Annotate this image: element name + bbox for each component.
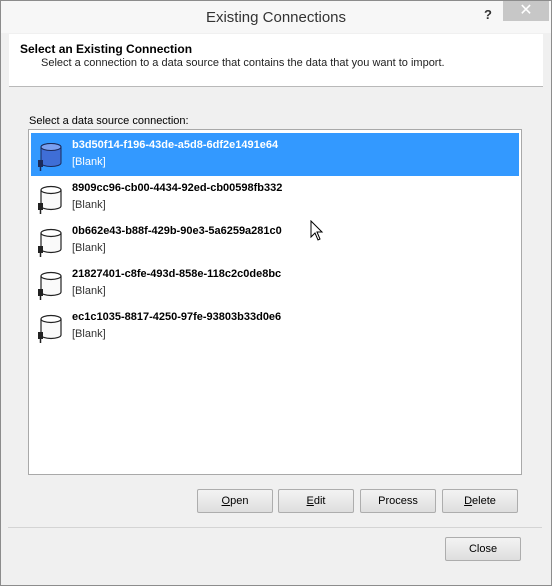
database-icon	[38, 143, 62, 171]
connection-description: [Blank]	[72, 199, 106, 211]
header-panel: Select an Existing Connection Select a c…	[9, 34, 543, 87]
connection-description: [Blank]	[72, 328, 106, 340]
edit-button-accel: E	[306, 495, 314, 507]
connection-name: 21827401-c8fe-493d-858e-118c2c0de8bc	[72, 268, 282, 280]
connection-name: 0b662e43-b88f-429b-90e3-5a6259a281c0	[72, 225, 282, 237]
delete-button-accel: D	[464, 495, 473, 507]
delete-button-label: elete	[472, 495, 496, 507]
list-item[interactable]: ec1c1035-8817-4250-97fe-93803b33d0e6 [Bl…	[31, 305, 519, 348]
database-icon	[38, 185, 62, 214]
mouse-pointer-icon	[310, 220, 324, 241]
close-button[interactable]: Close	[445, 537, 521, 561]
connection-list[interactable]: b3d50f14-f196-43de-a5d8-6df2e1491e64 [Bl…	[28, 129, 522, 475]
connection-description: [Blank]	[72, 242, 106, 254]
help-button[interactable]: ?	[481, 7, 495, 23]
open-button[interactable]: Open	[197, 489, 273, 513]
header-description: Select a connection to a data source tha…	[41, 57, 445, 69]
list-item[interactable]: 21827401-c8fe-493d-858e-118c2c0de8bc [Bl…	[31, 262, 519, 305]
connection-name: ec1c1035-8817-4250-97fe-93803b33d0e6	[72, 311, 282, 323]
window-title: Existing Connections	[205, 9, 347, 26]
connection-description: [Blank]	[72, 285, 106, 297]
connection-description: [Blank]	[72, 156, 106, 168]
open-button-label: pen	[230, 495, 249, 507]
open-button-accel: O	[221, 495, 231, 507]
list-label: Select a data source connection:	[29, 115, 189, 127]
database-icon	[38, 228, 62, 257]
list-item[interactable]: b3d50f14-f196-43de-a5d8-6df2e1491e64 [Bl…	[31, 133, 519, 176]
database-icon	[38, 271, 62, 300]
edit-button[interactable]: Edit	[278, 489, 354, 513]
list-item[interactable]: 8909cc96-cb00-4434-92ed-cb00598fb332 [Bl…	[31, 176, 519, 219]
title-bar: Existing Connections ? ✕	[1, 1, 551, 33]
window-close-button[interactable]: ✕	[503, 1, 549, 21]
connection-name: 8909cc96-cb00-4434-92ed-cb00598fb332	[72, 182, 283, 194]
header-title: Select an Existing Connection	[20, 42, 193, 56]
process-button[interactable]: Process	[360, 489, 436, 513]
edit-button-label: dit	[313, 495, 326, 507]
connection-name: b3d50f14-f196-43de-a5d8-6df2e1491e64	[72, 139, 279, 151]
footer-separator	[8, 527, 542, 528]
list-item[interactable]: 0b662e43-b88f-429b-90e3-5a6259a281c0 [Bl…	[31, 219, 519, 262]
database-icon	[38, 314, 62, 343]
delete-button[interactable]: Delete	[442, 489, 518, 513]
